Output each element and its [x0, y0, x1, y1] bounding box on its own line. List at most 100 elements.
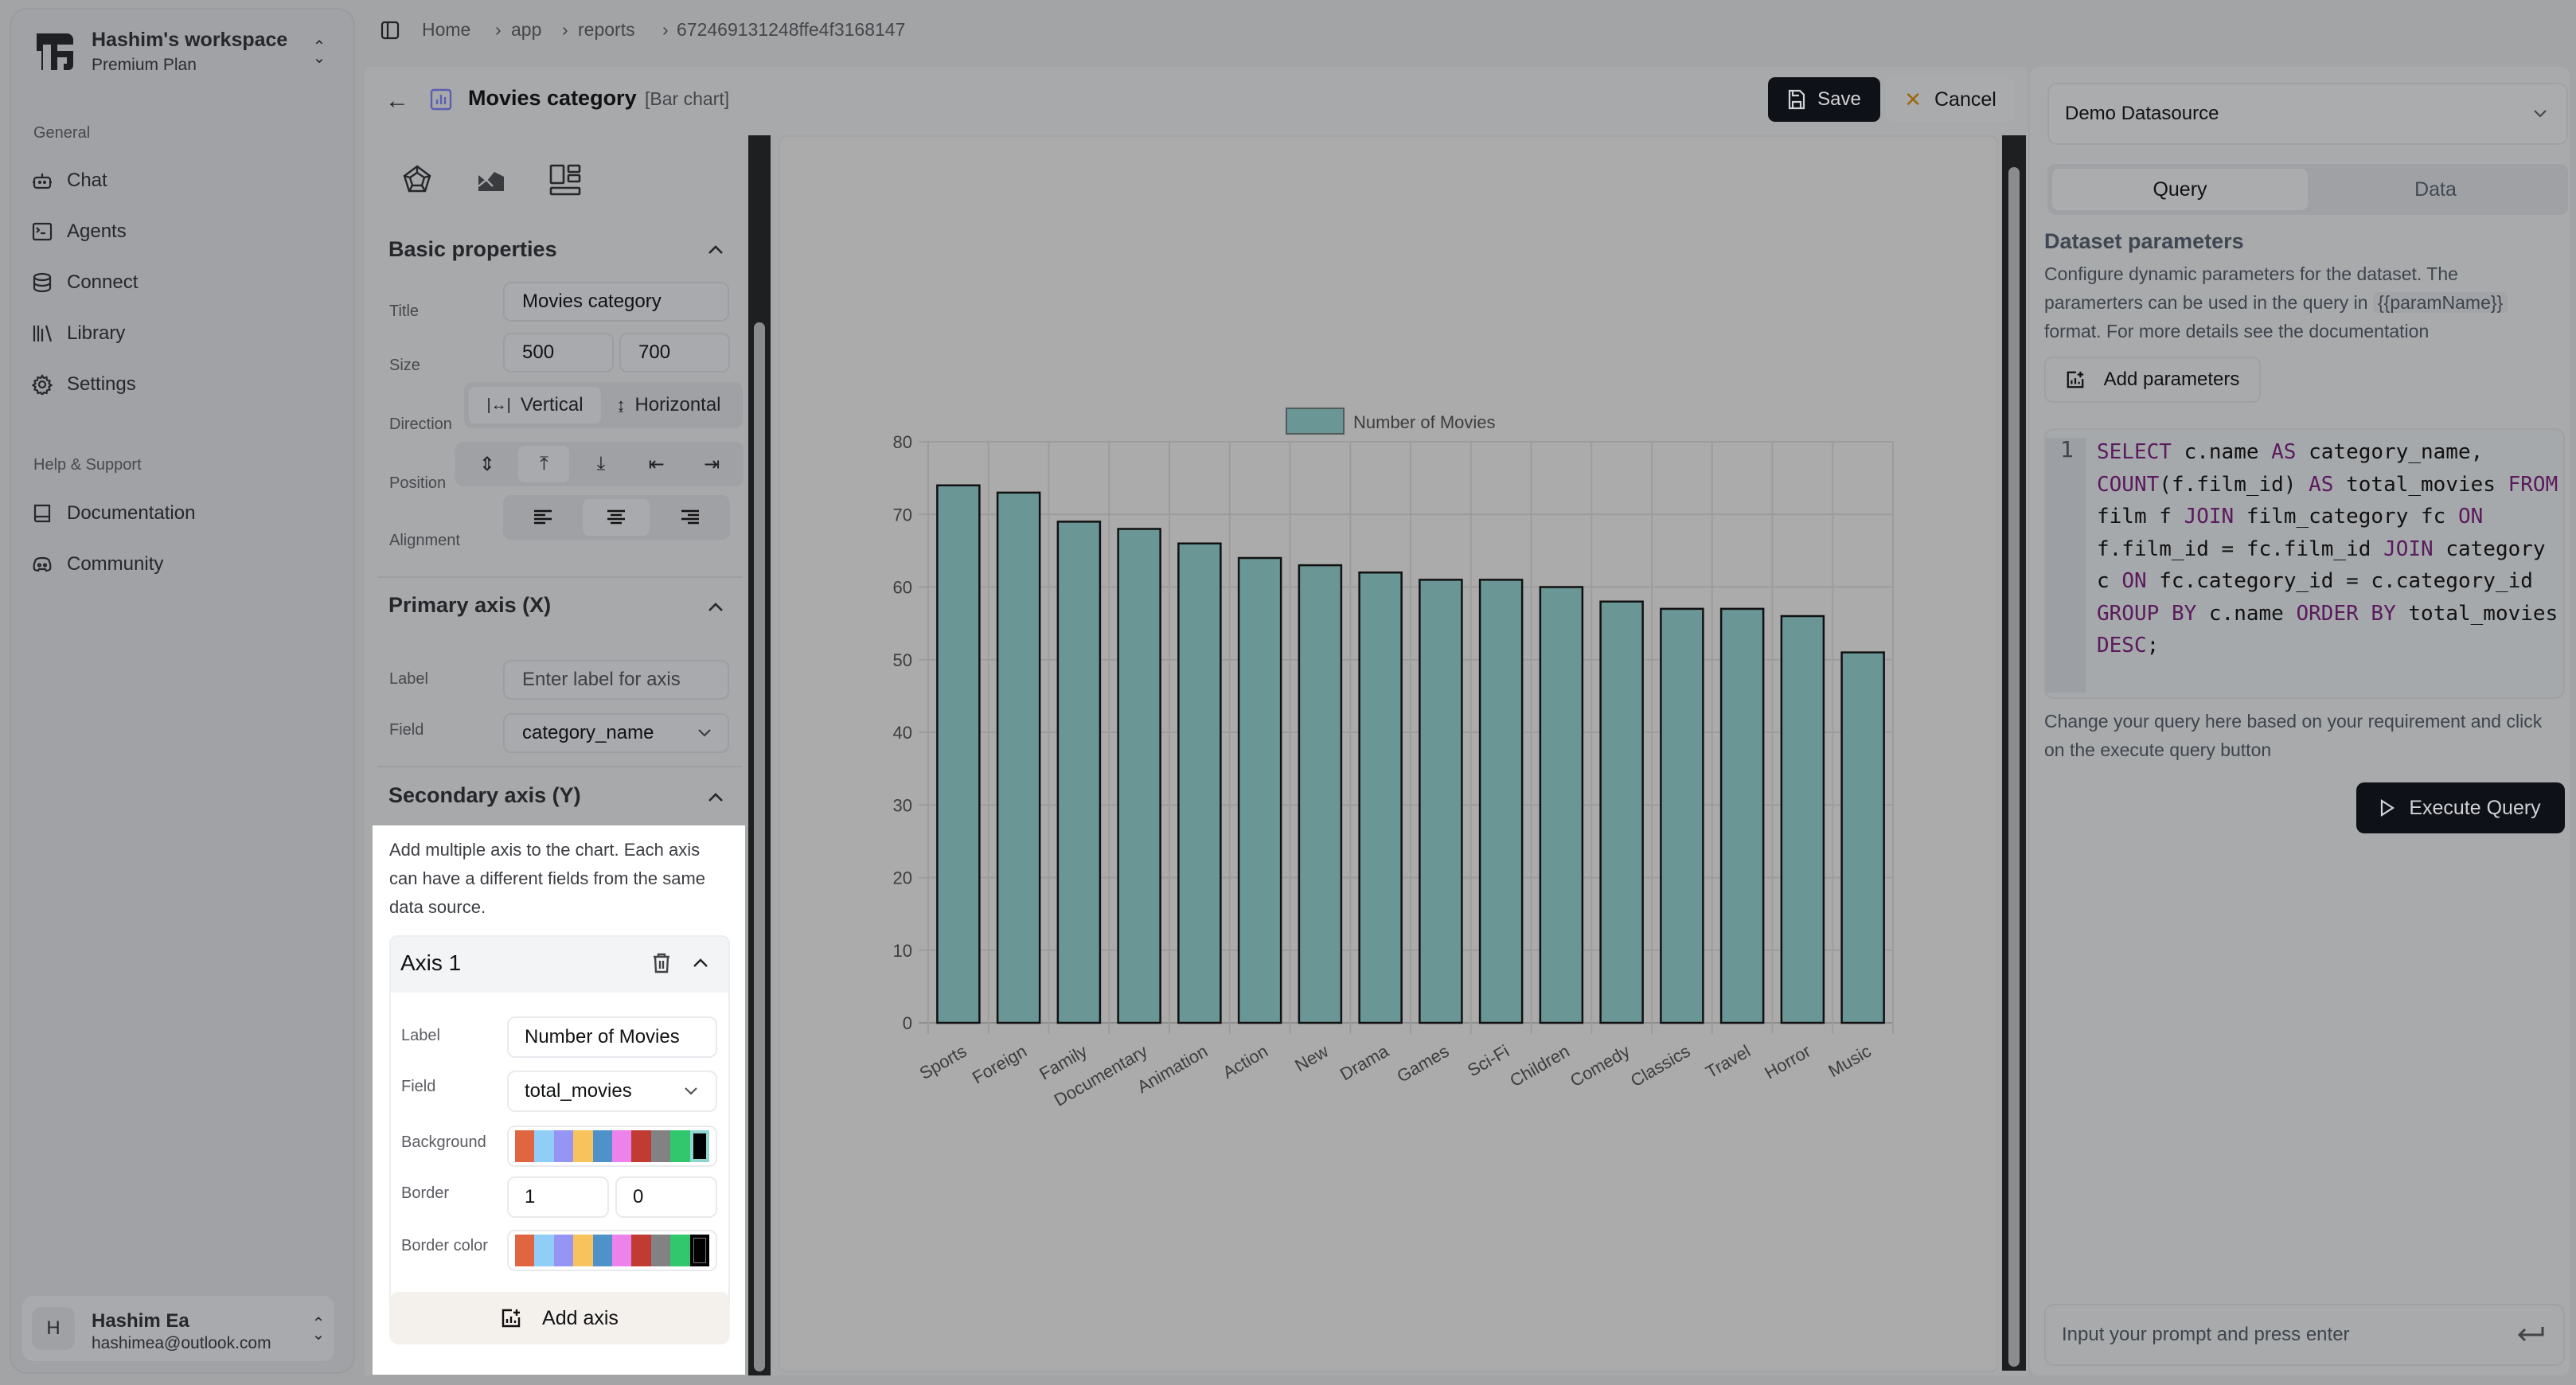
toggle-sidebar-icon[interactable]: [381, 21, 400, 40]
color-swatch[interactable]: [612, 1130, 632, 1162]
sidebar-item-documentation[interactable]: Documentation: [32, 494, 334, 533]
sidebar-item-connect[interactable]: Connect: [32, 263, 334, 302]
color-swatch[interactable]: [670, 1235, 690, 1266]
legend-swatch[interactable]: [1286, 408, 1345, 435]
sidebar-item-chat[interactable]: Chat: [32, 161, 334, 201]
color-swatch[interactable]: [689, 1130, 710, 1162]
direction-horizontal[interactable]: ↨ Horizontal: [601, 387, 736, 423]
cancel-button[interactable]: ✕ Cancel: [1886, 77, 2015, 122]
align-left-button[interactable]: [511, 499, 575, 536]
breadcrumb-app[interactable]: app: [511, 19, 541, 41]
border-label: Border: [401, 1184, 450, 1202]
bar[interactable]: [1237, 556, 1282, 1024]
enter-icon[interactable]: [2517, 1325, 2544, 1344]
color-swatch[interactable]: [592, 1235, 613, 1266]
sql-query-text[interactable]: SELECT c.name AS category_name, COUNT(f.…: [2097, 436, 2566, 662]
chart-scrollbar-thumb[interactable]: [2008, 167, 2020, 1367]
bar[interactable]: [936, 484, 981, 1024]
position-bottom-button[interactable]: ⤓: [577, 446, 625, 482]
color-swatch[interactable]: [515, 1235, 535, 1266]
bar[interactable]: [1177, 542, 1222, 1024]
color-swatch[interactable]: [534, 1235, 554, 1266]
color-swatch[interactable]: [689, 1235, 710, 1266]
add-axis-button[interactable]: Add axis: [389, 1292, 730, 1344]
axis-label-input[interactable]: Number of Movies: [507, 1016, 717, 1058]
execute-query-button[interactable]: Execute Query: [2356, 782, 2565, 833]
save-icon: [1789, 89, 1805, 110]
area-chart-icon[interactable]: [475, 164, 507, 196]
chart-legend[interactable]: Number of Movies: [1286, 408, 1496, 435]
sidebar-item-community[interactable]: Community: [32, 544, 334, 584]
axis-field-label: Field: [401, 1078, 436, 1095]
color-swatch[interactable]: [612, 1235, 632, 1266]
bar[interactable]: [1660, 607, 1704, 1024]
border-width-input[interactable]: 1: [507, 1176, 609, 1218]
sidebar-item-label: Community: [67, 553, 164, 575]
height-input[interactable]: 700: [619, 333, 730, 373]
bar[interactable]: [996, 491, 1041, 1024]
tab-data[interactable]: Data: [2308, 169, 2563, 210]
bar[interactable]: [1539, 586, 1584, 1024]
add-parameters-button[interactable]: Add parameters: [2044, 357, 2261, 403]
chevron-up-icon[interactable]: [707, 601, 724, 612]
direction-vertical[interactable]: |↔| Vertical: [469, 387, 601, 423]
save-button[interactable]: Save: [1768, 77, 1880, 122]
color-swatch[interactable]: [670, 1130, 690, 1162]
color-swatch[interactable]: [592, 1130, 613, 1162]
back-arrow-icon[interactable]: ←: [385, 88, 409, 115]
bar-chart-icon: [430, 88, 452, 111]
x-tick-label: Travel: [1702, 1041, 1754, 1083]
position-left-button[interactable]: ⇤: [633, 446, 681, 482]
x-axis-label-input[interactable]: Enter label for axis: [503, 660, 729, 700]
color-swatch[interactable]: [553, 1130, 574, 1162]
bar[interactable]: [1780, 614, 1825, 1024]
sidebar-item-library[interactable]: Library: [32, 314, 334, 353]
workspace-switcher[interactable]: Hashim's workspace Premium Plan ⌃ ⌄: [19, 19, 345, 83]
chevron-up-icon[interactable]: [707, 791, 724, 802]
breadcrumb-home[interactable]: Home: [422, 19, 470, 41]
color-swatch[interactable]: [515, 1130, 535, 1162]
position-top-button[interactable]: ⤒: [518, 446, 570, 482]
color-swatch[interactable]: [553, 1235, 574, 1266]
title-input[interactable]: Movies category: [503, 282, 729, 322]
bar[interactable]: [1599, 600, 1644, 1024]
breadcrumb-reports[interactable]: reports: [578, 19, 635, 41]
radar-chart-icon[interactable]: [401, 164, 433, 196]
bar[interactable]: [1478, 579, 1524, 1024]
position-right-button[interactable]: ⇥: [688, 446, 736, 482]
color-swatch[interactable]: [631, 1235, 651, 1266]
datasource-select[interactable]: Demo Datasource: [2047, 83, 2568, 145]
color-swatch[interactable]: [650, 1235, 671, 1266]
align-center-button[interactable]: [583, 499, 650, 536]
color-swatch[interactable]: [573, 1130, 593, 1162]
color-swatch[interactable]: [534, 1130, 554, 1162]
chevron-up-icon[interactable]: [693, 958, 708, 968]
sidebar-item-agents[interactable]: Agents: [32, 212, 334, 252]
bar[interactable]: [1358, 572, 1403, 1024]
bar[interactable]: [1840, 651, 1885, 1024]
bar[interactable]: [1298, 564, 1343, 1024]
bar[interactable]: [1419, 579, 1463, 1024]
layout-icon[interactable]: [549, 164, 581, 196]
position-center-button[interactable]: ⇕: [463, 446, 511, 482]
color-swatch[interactable]: [631, 1130, 651, 1162]
trash-icon[interactable]: [653, 953, 670, 973]
title-label: Title: [389, 302, 420, 320]
sidebar-item-settings[interactable]: Settings: [32, 365, 334, 404]
chevron-up-icon[interactable]: [707, 244, 724, 255]
prompt-input[interactable]: Input your prompt and press enter: [2044, 1304, 2565, 1366]
axis-field-select[interactable]: total_movies: [507, 1071, 717, 1112]
width-input[interactable]: 500: [503, 333, 614, 373]
align-left-edge-icon: ⇤: [648, 453, 665, 475]
legend-label[interactable]: Number of Movies: [1353, 412, 1496, 432]
bar[interactable]: [1719, 607, 1765, 1024]
tab-query[interactable]: Query: [2052, 169, 2308, 210]
bar[interactable]: [1117, 528, 1161, 1024]
config-scrollbar-thumb[interactable]: [754, 322, 765, 1371]
color-swatch[interactable]: [650, 1130, 671, 1162]
border-radius-input[interactable]: 0: [615, 1176, 717, 1218]
align-right-button[interactable]: [658, 499, 722, 536]
x-axis-field-select[interactable]: category_name: [503, 713, 729, 753]
color-swatch[interactable]: [573, 1235, 593, 1266]
bar[interactable]: [1056, 521, 1102, 1024]
